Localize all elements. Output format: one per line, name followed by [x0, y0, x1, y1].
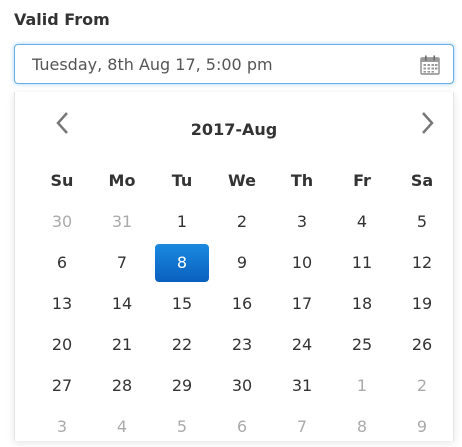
calendar-day[interactable]: 5 — [392, 203, 452, 241]
calendar-day[interactable]: 9 — [392, 408, 452, 446]
calendar-week-row: 13 14 15 16 17 18 19 — [32, 283, 452, 324]
calendar-day[interactable]: 7 — [272, 408, 332, 446]
calendar-day[interactable]: 29 — [152, 367, 212, 405]
calendar-day[interactable]: 2 — [212, 203, 272, 241]
calendar-day[interactable]: 1 — [332, 367, 392, 405]
calendar-day[interactable]: 20 — [32, 326, 92, 364]
calendar-day-selected[interactable]: 8 — [155, 243, 209, 282]
calendar-day[interactable]: 31 — [92, 203, 152, 241]
chevron-right-icon — [422, 112, 434, 134]
valid-from-label: Valid From — [14, 10, 110, 29]
calendar-day[interactable]: 31 — [272, 367, 332, 405]
calendar-day[interactable]: 30 — [212, 367, 272, 405]
calendar-day[interactable]: 10 — [272, 244, 332, 282]
weekday-label: Fr — [353, 171, 371, 190]
calendar-day[interactable]: 23 — [212, 326, 272, 364]
next-month-button[interactable] — [413, 108, 443, 138]
calendar-day[interactable]: 2 — [392, 367, 452, 405]
calendar-day[interactable]: 28 — [92, 367, 152, 405]
date-picker-popup: 2017-Aug Su Mo Tu We Th Fr Sa 30 31 1 2 3 4 5 6… — [14, 92, 454, 441]
calendar-weeks: 30 31 1 2 3 4 5 6 7 8 9 10 11 12 13 14 15 16 17 18 19 20 21 22 2… — [32, 201, 452, 447]
weekday-header-row: Su Mo Tu We Th Fr Sa — [32, 160, 452, 201]
weekday-label: Th — [290, 171, 314, 190]
calendar-day[interactable]: 3 — [32, 408, 92, 446]
calendar-day[interactable]: 7 — [92, 244, 152, 282]
weekday-label: Mo — [108, 171, 136, 190]
calendar-day[interactable]: 4 — [332, 203, 392, 241]
calendar-day[interactable]: 3 — [272, 203, 332, 241]
calendar-day[interactable]: 18 — [332, 285, 392, 323]
weekday-label: We — [228, 171, 256, 190]
calendar-day[interactable]: 27 — [32, 367, 92, 405]
calendar-day[interactable]: 17 — [272, 285, 332, 323]
valid-from-value[interactable]: Tuesday, 8th Aug 17, 5:00 pm — [32, 55, 273, 74]
calendar-day[interactable]: 12 — [392, 244, 452, 282]
calendar-day[interactable]: 5 — [152, 408, 212, 446]
calendar-day[interactable]: 24 — [272, 326, 332, 364]
calendar-day[interactable]: 21 — [92, 326, 152, 364]
calendar-grid: Su Mo Tu We Th Fr Sa 30 31 1 2 3 4 5 6 7 8 9 10 11 12… — [32, 160, 452, 447]
calendar-week-row: 30 31 1 2 3 4 5 — [32, 201, 452, 242]
calendar-week-row: 27 28 29 30 31 1 2 — [32, 365, 452, 406]
calendar-day[interactable]: 11 — [332, 244, 392, 282]
calendar-day[interactable]: 1 — [152, 203, 212, 241]
calendar-day[interactable]: 13 — [32, 285, 92, 323]
calendar-day[interactable]: 4 — [92, 408, 152, 446]
calendar-day[interactable]: 6 — [212, 408, 272, 446]
weekday-label: Sa — [410, 171, 434, 190]
calendar-day[interactable]: 15 — [152, 285, 212, 323]
calendar-icon[interactable] — [419, 54, 441, 76]
calendar-week-row: 6 7 8 9 10 11 12 — [32, 242, 452, 283]
calendar-day[interactable]: 14 — [92, 285, 152, 323]
weekday-label: Su — [50, 171, 74, 190]
calendar-day[interactable]: 25 — [332, 326, 392, 364]
calendar-day[interactable]: 9 — [212, 244, 272, 282]
calendar-day[interactable]: 6 — [32, 244, 92, 282]
calendar-day[interactable]: 16 — [212, 285, 272, 323]
calendar-day[interactable]: 22 — [152, 326, 212, 364]
calendar-day[interactable]: 30 — [32, 203, 92, 241]
month-title[interactable]: 2017-Aug — [15, 120, 453, 139]
valid-from-input[interactable]: Tuesday, 8th Aug 17, 5:00 pm — [14, 44, 454, 84]
weekday-label: Tu — [171, 171, 193, 190]
calendar-day[interactable]: 26 — [392, 326, 452, 364]
calendar-week-row: 20 21 22 23 24 25 26 — [32, 324, 452, 365]
calendar-day[interactable]: 19 — [392, 285, 452, 323]
calendar-day[interactable]: 8 — [332, 408, 392, 446]
